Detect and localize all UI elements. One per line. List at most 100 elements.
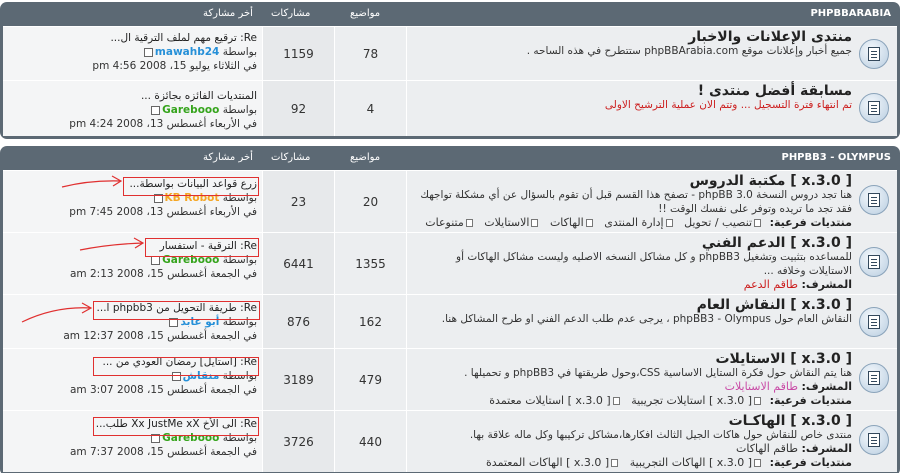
last-post-author[interactable]: Garebooo xyxy=(162,104,219,116)
forum-read-icon xyxy=(859,247,889,277)
forum-info: مسابقة أفضل منتدى ! تم انتهاء فترة التسج… xyxy=(407,81,897,136)
subforum-link[interactable]: متنوعات xyxy=(425,216,463,229)
forum-title[interactable]: [ 3.0.x ] الدعم الفني xyxy=(413,236,852,250)
subforum-icon xyxy=(531,219,539,227)
forum-title[interactable]: [ 3.0.x ] الهاكـات xyxy=(413,414,852,428)
subforum-icon xyxy=(754,397,762,405)
post-icon[interactable] xyxy=(151,105,161,115)
moderator-label: المشرف: xyxy=(801,442,853,455)
forum-locked-icon xyxy=(859,93,889,123)
last-post: Re: ترقيع مهم لملف الترقية ال... بواسطة … xyxy=(3,27,263,80)
subforums: منتديات فرعية: [ 3.0.x ] الهاكات التجريب… xyxy=(483,456,852,469)
subforum-link[interactable]: [ 3.0.x ] استايلات معتمدة xyxy=(489,394,610,407)
forum-info: [ 3.0.x ] مكتبة الدروس هنا تجد دروس النس… xyxy=(407,171,897,232)
subforums-label: منتديات فرعية: xyxy=(769,394,852,407)
post-icon[interactable] xyxy=(143,47,153,57)
forum-read-icon xyxy=(859,39,889,69)
last-post-author[interactable]: mawahb24 xyxy=(155,46,219,58)
forum-desc: هنا تجد دروس النسخة phpBB 3.0 - تصفح هذا… xyxy=(420,189,852,215)
forum-read-icon xyxy=(859,425,889,455)
forum-desc: هنا يتم النقاش حول فكرة الستايل الاساسية… xyxy=(464,367,852,379)
subforum-link[interactable]: [ 3.0.x ] الهاكات التجريبية xyxy=(630,456,752,469)
subforums: منتديات فرعية: [ 3.0.x ] استايلات تجريبي… xyxy=(486,394,852,407)
by-label: بواسطة xyxy=(222,104,257,116)
subforum-icon xyxy=(754,219,762,227)
category-phpbbarabia: PHPBBARABIA مواضيع مشاركات أخر مشاركة من… xyxy=(0,2,900,139)
moderator-link[interactable]: طاقم الاستايلات xyxy=(725,380,798,393)
forum-title[interactable]: [ 3.0.x ] مكتبة الدروس xyxy=(413,174,852,188)
last-post-title[interactable]: Re: ترقيع مهم لملف الترقية ال... xyxy=(8,31,257,45)
highlight-box xyxy=(93,301,260,320)
forum-row: منتدى الإعلانات والاخبار جميع أخبار وإعل… xyxy=(3,26,897,80)
forum-topics-count: 1355 xyxy=(335,233,407,294)
forum-posts-count: 3726 xyxy=(263,411,335,472)
forum-topics-count: 162 xyxy=(335,295,407,348)
last-post-date: في الأربعاء أغسطس 13، 2008 4:24 pm xyxy=(69,118,257,130)
subforums-label: منتديات فرعية: xyxy=(769,216,852,229)
forum-posts-count: 1159 xyxy=(263,27,335,80)
moderator-label: المشرف: xyxy=(801,278,853,291)
subforum-icon xyxy=(465,219,473,227)
header-last-post: أخر مشاركة xyxy=(203,152,253,163)
subforum-link[interactable]: تنصيب / تحويل xyxy=(684,216,752,229)
highlight-box xyxy=(93,357,259,376)
header-topics: مواضيع xyxy=(350,8,381,19)
forum-title[interactable]: مسابقة أفضل منتدى ! xyxy=(413,84,852,98)
last-post-date: في الأربعاء أغسطس 13، 2008 7:45 pm xyxy=(69,206,257,218)
forum-info: [ 3.0.x ] الهاكـات منتدى خاص للنقاش حول … xyxy=(407,411,897,472)
category-header: PHPBB3 - OLYMPUS مواضيع مشاركات أخر مشار… xyxy=(3,146,897,170)
forum-topics-count: 479 xyxy=(335,349,407,410)
subforum-link[interactable]: إدارة المنتدى xyxy=(604,216,663,229)
forum-title[interactable]: [ 3.0.x ] الاستايلات xyxy=(413,352,852,366)
moderator-link[interactable]: طاقم الهاكات xyxy=(736,442,798,455)
last-post-date: في الثلاثاء يوليو 15، 2008 4:56 pm xyxy=(92,60,257,72)
forum-info: منتدى الإعلانات والاخبار جميع أخبار وإعل… xyxy=(407,27,897,80)
forum-posts-count: 92 xyxy=(263,81,335,136)
forum-posts-count: 23 xyxy=(263,171,335,232)
last-post-date: في الجمعة أغسطس 15، 2008 2:13 am xyxy=(69,268,257,280)
forum-row: مسابقة أفضل منتدى ! تم انتهاء فترة التسج… xyxy=(3,80,897,136)
category-header: PHPBBARABIA مواضيع مشاركات أخر مشاركة xyxy=(3,2,897,26)
forum-topics-count: 4 xyxy=(335,81,407,136)
forum-desc: جميع أخبار وإعلانات موقع phpBBArabia.com… xyxy=(526,45,852,57)
forum-info: [ 3.0.x ] الدعم الفني للمساعده بتثبيت وت… xyxy=(407,233,897,294)
forum-posts-count: 6441 xyxy=(263,233,335,294)
last-post-date: في الجمعة أغسطس 15، 2008 12:37 am xyxy=(63,330,257,342)
category-title[interactable]: PHPBBARABIA xyxy=(810,8,891,19)
category-title[interactable]: PHPBB3 - OLYMPUS xyxy=(781,152,891,163)
forum-posts-count: 3189 xyxy=(263,349,335,410)
forum-row: [ 3.0.x ] الدعم الفني للمساعده بتثبيت وت… xyxy=(3,232,897,294)
subforum-icon xyxy=(665,219,673,227)
subforum-icon xyxy=(585,219,593,227)
last-post-date: في الجمعة أغسطس 15، 2008 7:37 am xyxy=(69,446,257,458)
subforum-icon xyxy=(611,459,619,467)
subforum-icon xyxy=(612,397,620,405)
subforum-link[interactable]: [ 3.0.x ] استايلات تجريبية xyxy=(631,394,752,407)
highlight-box xyxy=(145,238,259,257)
forum-desc: منتدى خاص للنقاش حول هاكات الجيل الثالث … xyxy=(469,429,852,441)
subforum-link[interactable]: الاستايلات xyxy=(484,216,529,229)
subforums: منتديات فرعية: تنصيب / تحويل إدارة المنت… xyxy=(422,216,852,229)
forum-posts-count: 876 xyxy=(263,295,335,348)
forum-topics-count: 20 xyxy=(335,171,407,232)
subforum-link[interactable]: [ 3.0.x ] الهاكات المعتمدة xyxy=(486,456,609,469)
header-posts: مشاركات xyxy=(271,8,311,19)
last-post: المنتديات الفائزه بجائزة ... بواسطة Gare… xyxy=(3,81,263,136)
forum-desc: النقاش العام حول phpBB3 - Olympus ، يرجى… xyxy=(441,313,852,325)
forum-title[interactable]: [ 3.0.x ] النقاش العام xyxy=(413,298,852,312)
subforums-label: منتديات فرعية: xyxy=(769,456,852,469)
forum-read-icon xyxy=(859,185,889,215)
header-posts: مشاركات xyxy=(271,152,311,163)
header-topics: مواضيع xyxy=(350,152,381,163)
moderator-link[interactable]: طاقم الدعم xyxy=(744,278,798,291)
subforum-link[interactable]: الهاكات xyxy=(550,216,584,229)
forum-topics-count: 440 xyxy=(335,411,407,472)
moderator-label: المشرف: xyxy=(801,380,853,393)
forum-title[interactable]: منتدى الإعلانات والاخبار xyxy=(413,30,852,44)
subforum-icon xyxy=(754,459,762,467)
forum-read-icon xyxy=(859,307,889,337)
by-label: بواسطة xyxy=(222,46,257,58)
last-post-title[interactable]: المنتديات الفائزه بجائزة ... xyxy=(8,89,257,103)
header-last-post: أخر مشاركة xyxy=(203,8,253,19)
forum-topics-count: 78 xyxy=(335,27,407,80)
